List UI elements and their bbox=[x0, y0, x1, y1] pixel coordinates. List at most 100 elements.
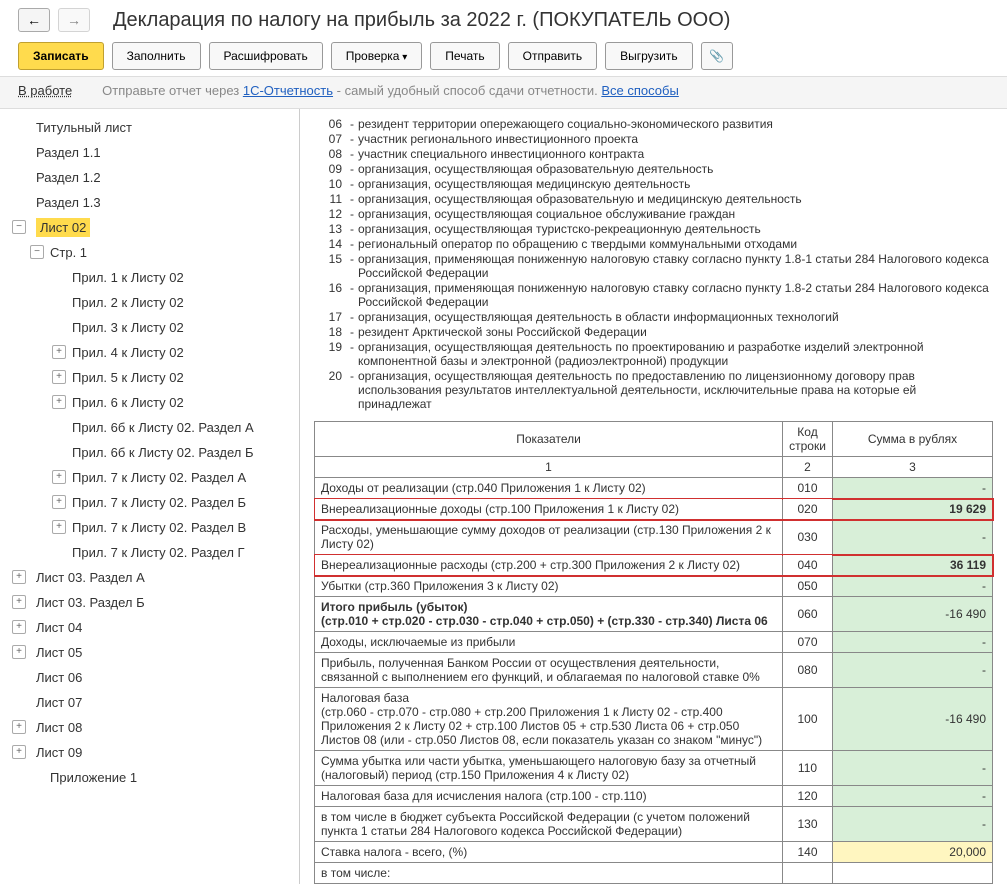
content-pane: 06-резидент территории опережающего соци… bbox=[300, 109, 1007, 884]
link-all-ways[interactable]: Все способы bbox=[601, 83, 678, 98]
paperclip-icon: 📎 bbox=[709, 49, 724, 63]
sum-cell[interactable]: 3,00 bbox=[833, 884, 993, 885]
note-line: 17-организация, осуществляющая деятельно… bbox=[314, 310, 993, 324]
expand-icon[interactable]: + bbox=[12, 570, 26, 584]
tree-item[interactable]: Лист 07 bbox=[0, 690, 299, 715]
tree-item[interactable]: Прил. 2 к Листу 02 bbox=[0, 290, 299, 315]
expand-icon[interactable]: + bbox=[52, 395, 66, 409]
tree-item[interactable]: Прил. 6б к Листу 02. Раздел Б bbox=[0, 440, 299, 465]
info-message: Отправьте отчет через 1С-Отчетность - са… bbox=[102, 83, 679, 98]
fill-button[interactable]: Заполнить bbox=[112, 42, 201, 70]
decode-button[interactable]: Расшифровать bbox=[209, 42, 323, 70]
tree-item[interactable]: +Прил. 6 к Листу 02 bbox=[0, 390, 299, 415]
tree-item[interactable]: −Стр. 1 bbox=[0, 240, 299, 265]
tree-item[interactable]: Прил. 7 к Листу 02. Раздел Г bbox=[0, 540, 299, 565]
tree-item[interactable]: Титульный лист bbox=[0, 115, 299, 140]
expand-icon[interactable]: + bbox=[12, 745, 26, 759]
tree-item[interactable]: Прил. 6б к Листу 02. Раздел А bbox=[0, 415, 299, 440]
save-button[interactable]: Записать bbox=[18, 42, 104, 70]
sum-cell[interactable]: - bbox=[833, 520, 993, 555]
tree-item[interactable]: +Лист 04 bbox=[0, 615, 299, 640]
expand-icon[interactable]: + bbox=[52, 345, 66, 359]
tree-item[interactable]: Раздел 1.2 bbox=[0, 165, 299, 190]
attach-button[interactable]: 📎 bbox=[701, 42, 733, 70]
tree-item[interactable]: +Лист 08 bbox=[0, 715, 299, 740]
expand-icon[interactable]: + bbox=[52, 370, 66, 384]
table-row: Налоговая база(стр.060 - стр.070 - стр.0… bbox=[315, 688, 993, 751]
send-button[interactable]: Отправить bbox=[508, 42, 598, 70]
tree-item[interactable]: +Прил. 7 к Листу 02. Раздел В bbox=[0, 515, 299, 540]
sum-cell[interactable]: - bbox=[833, 807, 993, 842]
tree-item[interactable]: Раздел 1.1 bbox=[0, 140, 299, 165]
table-row: Внереализационные доходы (стр.100 Прилож… bbox=[315, 499, 993, 520]
page-title: Декларация по налогу на прибыль за 2022 … bbox=[113, 9, 730, 32]
note-line: 06-резидент территории опережающего соци… bbox=[314, 117, 993, 131]
sum-cell[interactable]: - bbox=[833, 653, 993, 688]
sum-cell[interactable]: - bbox=[833, 576, 993, 597]
note-line: 15-организация, применяющая пониженную н… bbox=[314, 252, 993, 280]
tree-item[interactable]: Приложение 1 bbox=[0, 765, 299, 790]
print-button[interactable]: Печать bbox=[430, 42, 499, 70]
table-row: Налоговая база для исчисления налога (ст… bbox=[315, 786, 993, 807]
tree-item[interactable]: Прил. 1 к Листу 02 bbox=[0, 265, 299, 290]
unload-button[interactable]: Выгрузить bbox=[605, 42, 693, 70]
note-line: 16-организация, применяющая пониженную н… bbox=[314, 281, 993, 309]
note-line: 07-участник регионального инвестиционног… bbox=[314, 132, 993, 146]
note-line: 12-организация, осуществляющая социально… bbox=[314, 207, 993, 221]
table-row: Доходы, исключаемые из прибыли070- bbox=[315, 632, 993, 653]
sum-cell[interactable]: - bbox=[833, 478, 993, 499]
tree-item[interactable]: +Лист 05 bbox=[0, 640, 299, 665]
col-desc: Показатели bbox=[315, 422, 783, 457]
tree-item[interactable]: +Прил. 7 к Листу 02. Раздел Б bbox=[0, 490, 299, 515]
note-line: 19-организация, осуществляющая деятельно… bbox=[314, 340, 993, 368]
expand-icon[interactable]: + bbox=[52, 470, 66, 484]
table-row: в том числе: bbox=[315, 863, 993, 884]
sum-cell[interactable]: -16 490 bbox=[833, 597, 993, 632]
table-row: в том числе в бюджет субъекта Российской… bbox=[315, 807, 993, 842]
table-row: Итого прибыль (убыток)(стр.010 + стр.020… bbox=[315, 597, 993, 632]
table-row: Убытки (стр.360 Приложения 3 к Листу 02)… bbox=[315, 576, 993, 597]
expand-icon[interactable]: + bbox=[12, 645, 26, 659]
expand-icon[interactable]: − bbox=[30, 245, 44, 259]
tree-item[interactable]: +Прил. 4 к Листу 02 bbox=[0, 340, 299, 365]
expand-icon[interactable]: + bbox=[12, 595, 26, 609]
sum-cell[interactable]: - bbox=[833, 786, 993, 807]
expand-icon[interactable]: + bbox=[12, 720, 26, 734]
tree-item[interactable]: −Лист 02 bbox=[0, 215, 299, 240]
expand-icon[interactable]: + bbox=[52, 495, 66, 509]
check-dropdown[interactable]: Проверка bbox=[331, 42, 423, 70]
expand-icon[interactable]: − bbox=[12, 220, 26, 234]
note-line: 14-региональный оператор по обращению с … bbox=[314, 237, 993, 251]
table-row: Ставка налога - всего, (%)14020,000 bbox=[315, 842, 993, 863]
tree-item[interactable]: +Лист 03. Раздел Б bbox=[0, 590, 299, 615]
table-row: Внереализационные расходы (стр.200 + стр… bbox=[315, 555, 993, 576]
table-row: Прибыль, полученная Банком России от осу… bbox=[315, 653, 993, 688]
note-line: 08-участник специального инвестиционного… bbox=[314, 147, 993, 161]
sum-cell[interactable]: 36 119 bbox=[833, 555, 993, 576]
note-line: 18-резидент Арктической зоны Российской … bbox=[314, 325, 993, 339]
sum-cell[interactable]: 19 629 bbox=[833, 499, 993, 520]
col-sum: Сумма в рублях bbox=[833, 422, 993, 457]
data-table: Показатели Код строки Сумма в рублях 1 2… bbox=[314, 421, 993, 884]
sum-cell[interactable]: - bbox=[833, 632, 993, 653]
nav-back-button[interactable]: ← bbox=[18, 8, 50, 32]
tree-item[interactable]: Лист 06 bbox=[0, 665, 299, 690]
nav-forward-button[interactable]: → bbox=[58, 8, 90, 32]
tree-item[interactable]: +Лист 09 bbox=[0, 740, 299, 765]
tree-item[interactable]: +Лист 03. Раздел А bbox=[0, 565, 299, 590]
expand-icon[interactable]: + bbox=[52, 520, 66, 534]
sum-cell[interactable]: -16 490 bbox=[833, 688, 993, 751]
tree-item[interactable]: +Прил. 5 к Листу 02 bbox=[0, 365, 299, 390]
table-row: Расходы, уменьшающие сумму доходов от ре… bbox=[315, 520, 993, 555]
sum-cell[interactable]: 20,000 bbox=[833, 842, 993, 863]
sum-cell[interactable]: - bbox=[833, 751, 993, 786]
link-1c[interactable]: 1С-Отчетность bbox=[243, 83, 333, 98]
note-line: 10-организация, осуществляющая медицинск… bbox=[314, 177, 993, 191]
tree-item[interactable]: Раздел 1.3 bbox=[0, 190, 299, 215]
tree-item[interactable]: Прил. 3 к Листу 02 bbox=[0, 315, 299, 340]
expand-icon[interactable]: + bbox=[12, 620, 26, 634]
note-line: 11-организация, осуществляющая образоват… bbox=[314, 192, 993, 206]
table-row: в федеральный бюджет1503,00 bbox=[315, 884, 993, 885]
tree-item[interactable]: +Прил. 7 к Листу 02. Раздел А bbox=[0, 465, 299, 490]
status-label[interactable]: В работе bbox=[18, 83, 72, 98]
